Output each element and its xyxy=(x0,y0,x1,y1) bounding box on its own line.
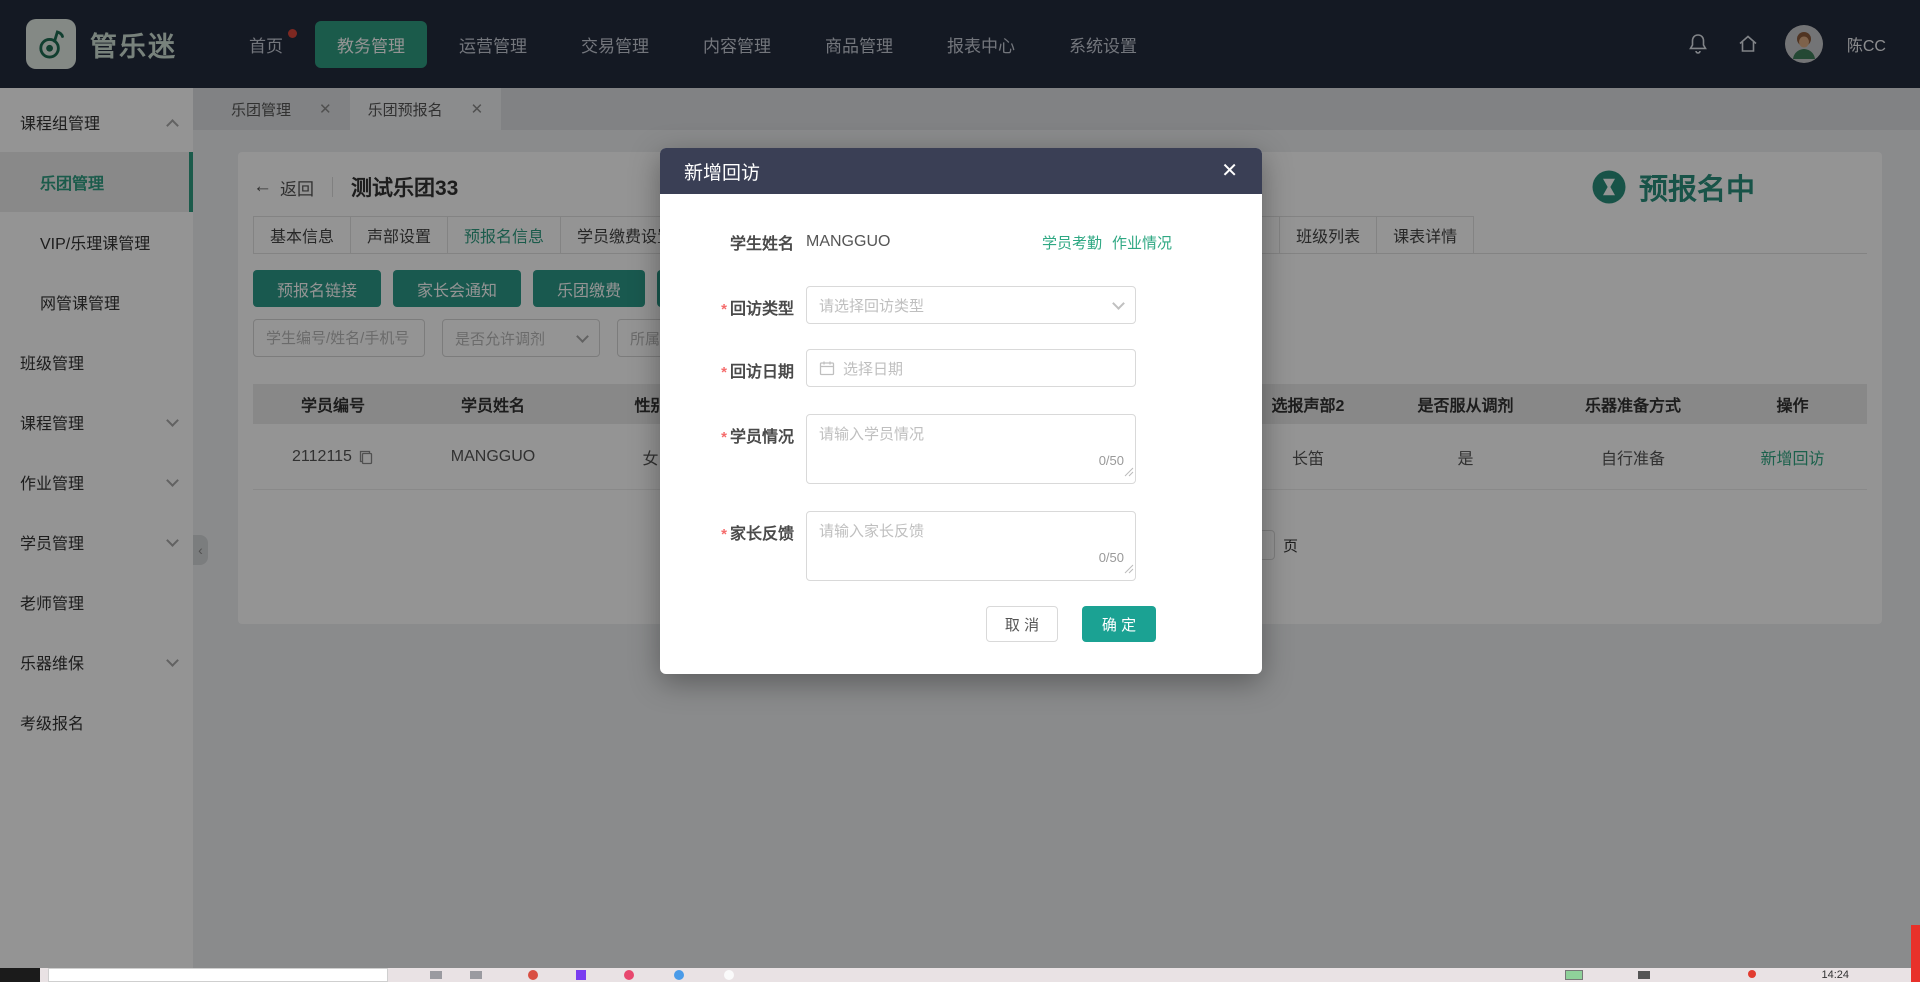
modal-title: 新增回访 xyxy=(684,158,760,185)
taskbar-app-icon[interactable] xyxy=(724,970,734,980)
close-icon[interactable]: ✕ xyxy=(1221,161,1238,181)
tray-display-icon[interactable] xyxy=(1565,970,1583,980)
taskbar-clock[interactable]: 14:24 xyxy=(1821,969,1849,981)
required-asterisk: * xyxy=(721,364,727,381)
taskbar-search-input[interactable] xyxy=(48,968,388,982)
followup-date-picker[interactable]: 选择日期 xyxy=(806,349,1136,387)
followup-date-label: *回访日期 xyxy=(700,349,794,382)
student-links: 学员考勤 作业情况 xyxy=(1042,232,1172,253)
tray-icon[interactable] xyxy=(1638,971,1650,979)
parent-feedback-label: *家长反馈 xyxy=(700,511,794,544)
parent-feedback-row: *家长反馈 0/50 xyxy=(700,511,1222,581)
chevron-down-icon xyxy=(1112,297,1125,310)
required-asterisk: * xyxy=(721,526,727,543)
taskbar-app-icon[interactable] xyxy=(470,971,482,979)
tray-notification-icon[interactable] xyxy=(1748,970,1756,978)
required-asterisk: * xyxy=(721,429,727,446)
followup-type-label: *回访类型 xyxy=(700,286,794,319)
taskbar-app-icon[interactable] xyxy=(674,970,684,980)
resize-grip-icon[interactable] xyxy=(1124,464,1134,482)
modal-header: 新增回访 ✕ xyxy=(660,148,1262,194)
followup-type-select[interactable]: 请选择回访类型 xyxy=(806,286,1136,324)
student-attendance-link[interactable]: 学员考勤 xyxy=(1042,232,1102,253)
add-followup-modal: 新增回访 ✕ 学生姓名 MANGGUO 学员考勤 作业情况 *回访类型 请选择回… xyxy=(660,148,1262,674)
student-situation-label: *学员情况 xyxy=(700,414,794,447)
taskbar-app-icon[interactable] xyxy=(624,970,634,980)
parent-feedback-textarea[interactable] xyxy=(806,511,1136,581)
student-name-label: 学生姓名 xyxy=(700,230,794,254)
followup-type-row: *回访类型 请选择回访类型 xyxy=(700,286,1222,324)
taskbar-app-icon[interactable] xyxy=(576,970,586,980)
student-name-row: 学生姓名 MANGGUO 学员考勤 作业情况 xyxy=(700,230,1222,254)
required-asterisk: * xyxy=(721,301,727,318)
start-button[interactable] xyxy=(0,968,40,982)
taskbar-app-icon[interactable] xyxy=(430,971,442,979)
taskbar-app-icon[interactable] xyxy=(528,970,538,980)
modal-footer: 取 消 确 定 xyxy=(660,581,1262,674)
scrollbar-thumb[interactable] xyxy=(1911,925,1920,982)
char-counter: 0/50 xyxy=(1099,550,1124,565)
student-situation-row: *学员情况 0/50 xyxy=(700,414,1222,484)
modal-body: 学生姓名 MANGGUO 学员考勤 作业情况 *回访类型 请选择回访类型 *回访… xyxy=(660,194,1262,581)
homework-status-link[interactable]: 作业情况 xyxy=(1112,232,1172,253)
cancel-button[interactable]: 取 消 xyxy=(986,606,1058,642)
calendar-icon xyxy=(819,360,835,376)
student-name-value: MANGGUO xyxy=(806,233,890,251)
os-taskbar: 14:24 xyxy=(0,968,1920,982)
student-situation-textarea[interactable] xyxy=(806,414,1136,484)
char-counter: 0/50 xyxy=(1099,453,1124,468)
followup-date-row: *回访日期 选择日期 xyxy=(700,349,1222,387)
confirm-button[interactable]: 确 定 xyxy=(1082,606,1156,642)
resize-grip-icon[interactable] xyxy=(1124,561,1134,579)
